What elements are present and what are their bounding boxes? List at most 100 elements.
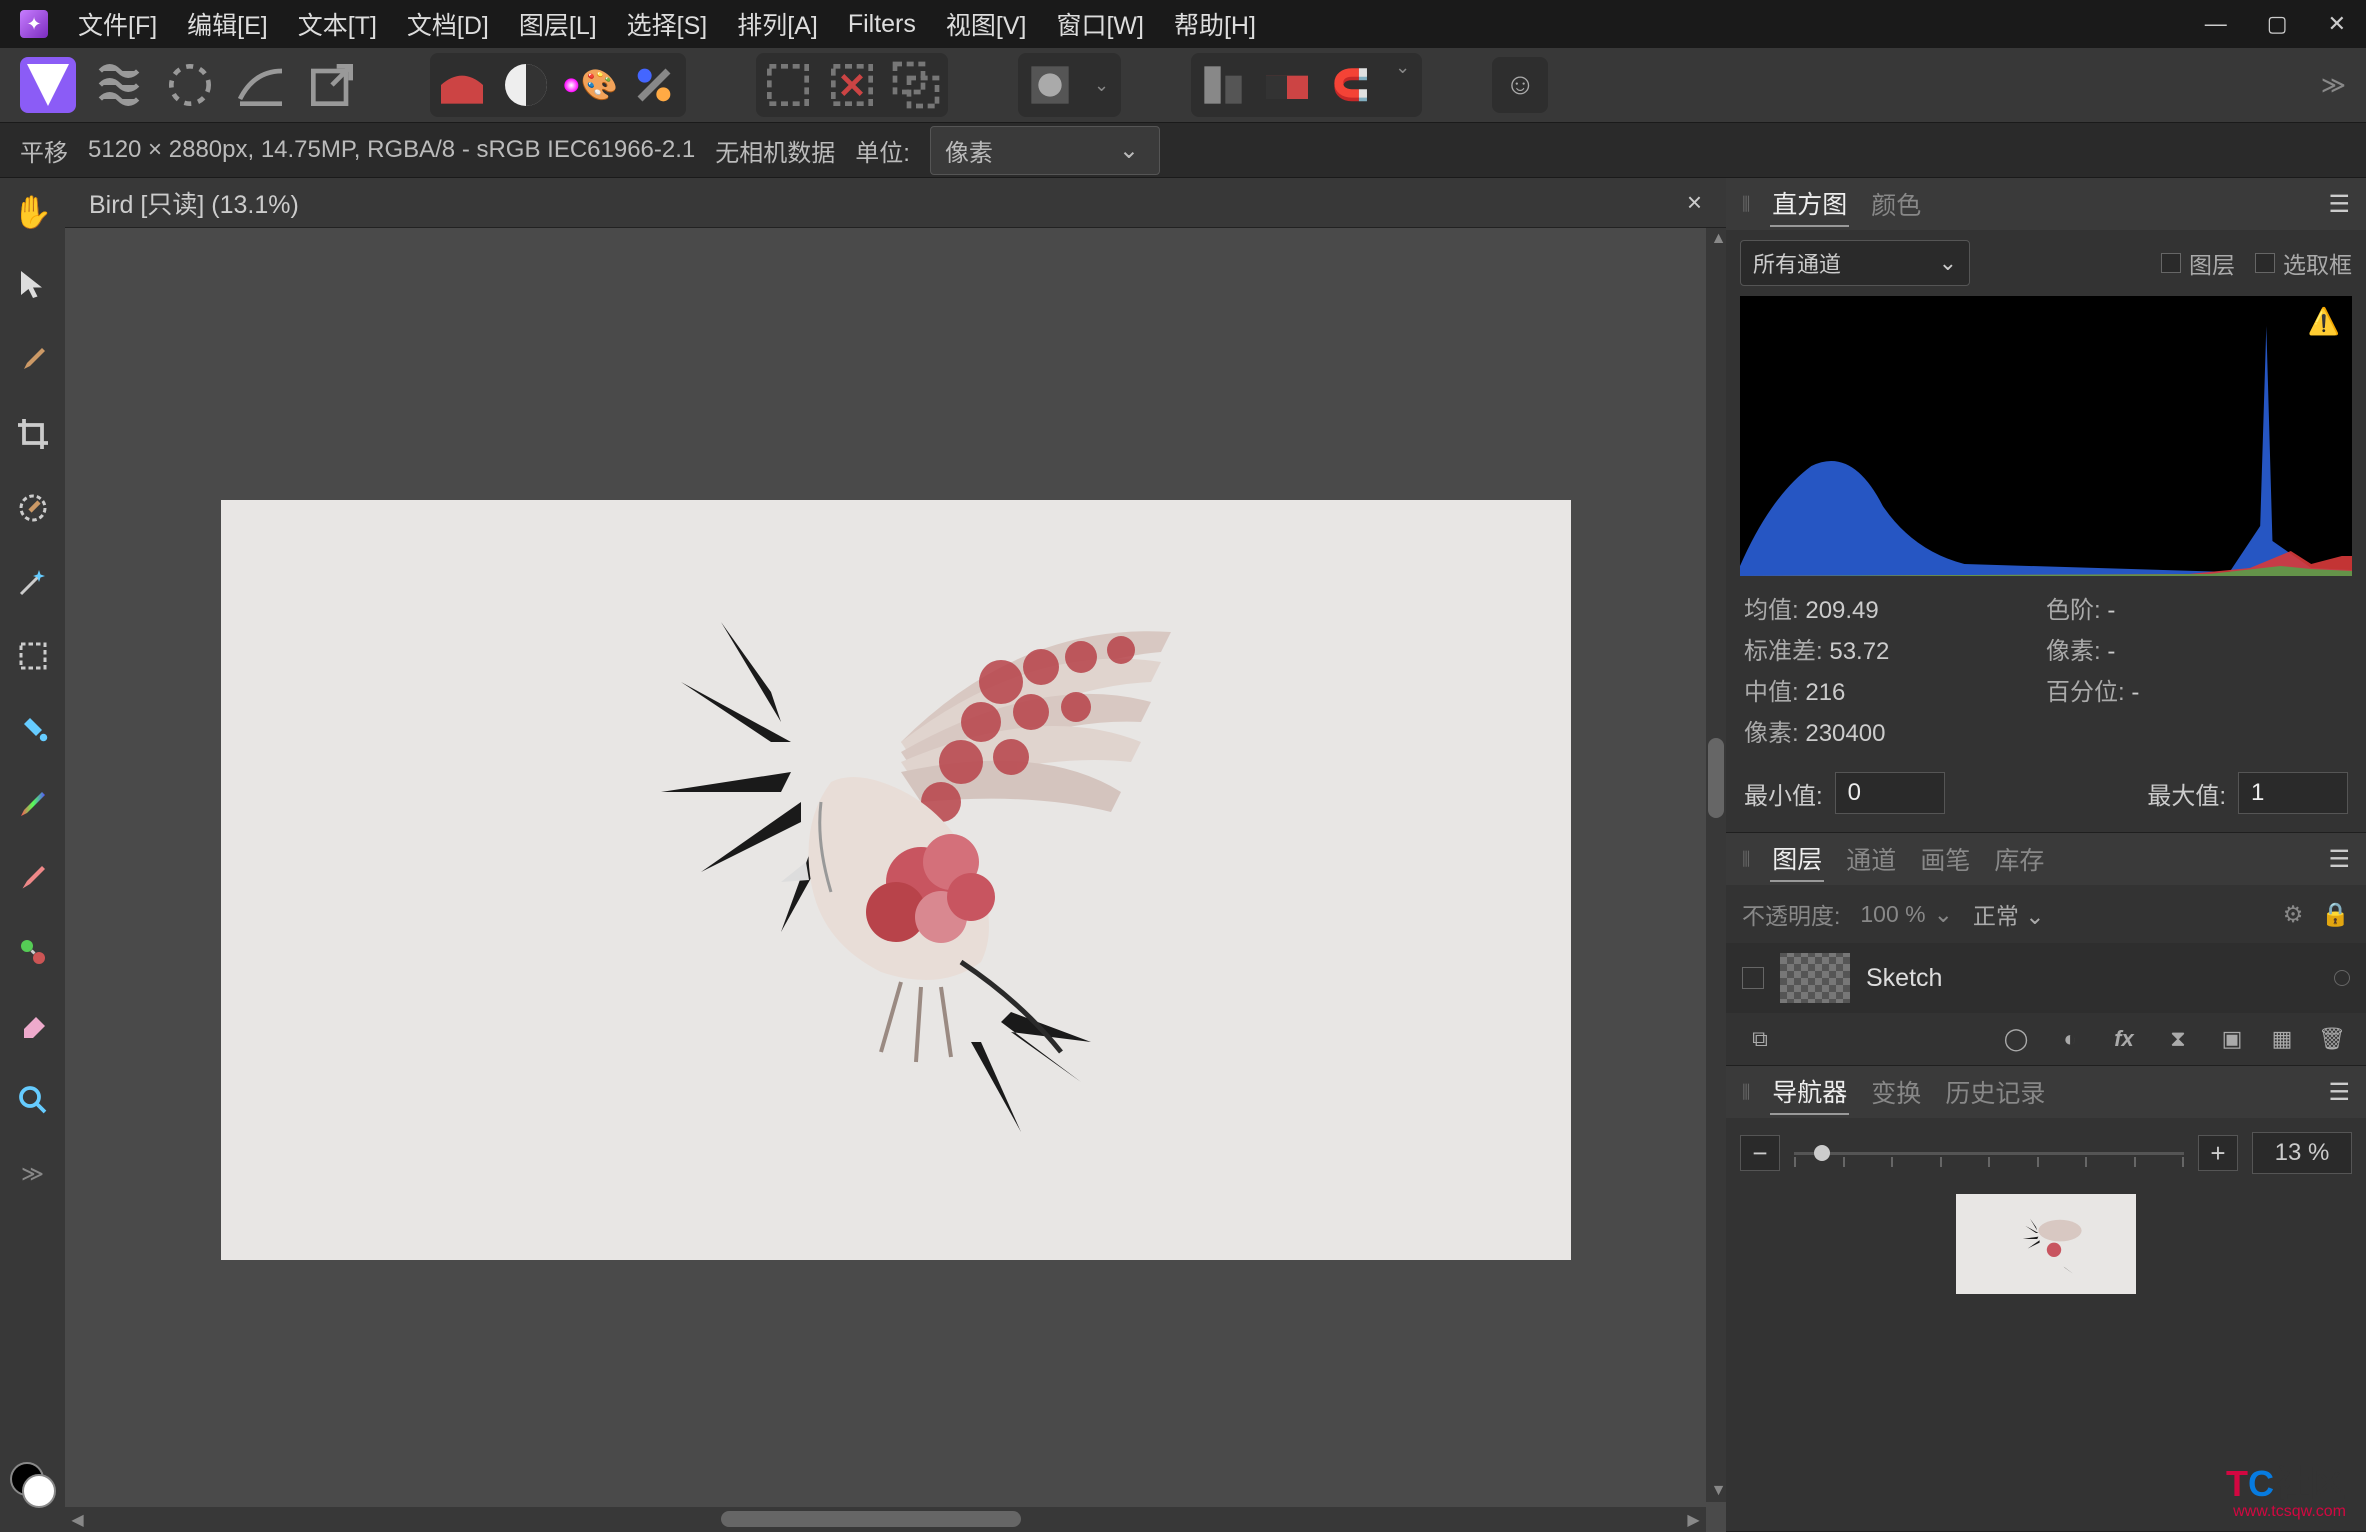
selection-new-icon[interactable] (760, 57, 816, 113)
persona-tone-icon[interactable] (233, 57, 289, 113)
add-live-filter-icon[interactable]: ⧗ (2160, 1023, 2196, 1055)
tab-histogram[interactable]: 直方图 (1770, 181, 1849, 227)
persona-liquify-icon[interactable] (91, 57, 147, 113)
layer-settings-icon[interactable]: ⚙ (2283, 901, 2304, 928)
minimize-button[interactable]: — (2205, 11, 2227, 37)
selection-checkbox[interactable]: 选取框 (2255, 246, 2352, 280)
zoom-slider[interactable] (1794, 1135, 2184, 1171)
menu-filters[interactable]: Filters (848, 10, 916, 39)
move-tool-icon[interactable] (11, 264, 55, 308)
foreground-color[interactable] (22, 1474, 56, 1508)
panel-menu-icon[interactable]: ☰ (2328, 1078, 2350, 1107)
align-icon[interactable] (1195, 57, 1251, 113)
toolbar-more-icon[interactable]: ≫ (2321, 71, 2346, 100)
channel-dropdown[interactable]: 所有通道 ⌄ (1740, 240, 1970, 286)
layer-row[interactable]: Sketch (1726, 943, 2366, 1013)
menu-help[interactable]: 帮助[H] (1174, 6, 1256, 42)
vertical-scrollbar[interactable]: ▲ ▼ (1706, 228, 1726, 1502)
menu-document[interactable]: 文档[D] (407, 6, 489, 42)
add-mask-icon[interactable]: ◯ (1998, 1023, 2034, 1055)
selection-remove-icon[interactable] (824, 57, 880, 113)
tab-channels[interactable]: 通道 (1844, 837, 1898, 881)
snapping-icon[interactable]: 🧲 (1323, 57, 1379, 113)
layer-name[interactable]: Sketch (1866, 964, 1942, 993)
zoom-out-button[interactable]: − (1740, 1135, 1780, 1171)
color-swatches[interactable] (10, 1462, 56, 1508)
maximize-button[interactable]: ▢ (2267, 11, 2288, 37)
layer-lock-icon[interactable]: 🔒 (2321, 901, 2350, 928)
add-pixel-layer-icon[interactable]: ▦ (2264, 1023, 2300, 1055)
zoom-value-input[interactable]: 13 % (2252, 1132, 2352, 1174)
persona-export-icon[interactable] (304, 57, 360, 113)
layer-visibility-checkbox[interactable] (1742, 967, 1764, 989)
tab-history[interactable]: 历史记录 (1943, 1070, 2047, 1114)
panel-grip-icon[interactable]: ⫼ (1742, 1082, 1750, 1103)
menu-view[interactable]: 视图[V] (946, 6, 1027, 42)
adjustment-bw-icon[interactable] (498, 57, 554, 113)
canvas[interactable] (221, 500, 1571, 1260)
eraser-tool-icon[interactable] (11, 1004, 55, 1048)
paint-brush-icon[interactable] (11, 856, 55, 900)
close-button[interactable]: ✕ (2328, 11, 2346, 37)
max-input[interactable]: 1 (2238, 772, 2348, 814)
canvas-area[interactable] (65, 228, 1726, 1532)
add-fx-icon[interactable]: fx (2106, 1023, 2142, 1055)
pan-tool-icon[interactable]: ✋ (11, 190, 55, 234)
menu-select[interactable]: 选择[S] (627, 6, 708, 42)
tab-transform[interactable]: 变换 (1869, 1070, 1923, 1114)
flood-fill-icon[interactable] (11, 708, 55, 752)
tab-color[interactable]: 颜色 (1869, 182, 1923, 226)
marquee-tool-icon[interactable] (11, 634, 55, 678)
panel-grip-icon[interactable]: ⫼ (1742, 849, 1750, 870)
adjustment-curve-icon[interactable] (434, 57, 490, 113)
gradient-tool-icon[interactable] (11, 782, 55, 826)
selection-brush-icon[interactable] (11, 486, 55, 530)
menu-window[interactable]: 窗口[W] (1056, 6, 1144, 42)
adjustment-hsl-icon[interactable]: 🎨 (562, 57, 618, 113)
more-tools-icon[interactable]: ≫ (11, 1152, 55, 1196)
selection-intersect-icon[interactable] (888, 57, 944, 113)
menu-text[interactable]: 文本[T] (298, 6, 377, 42)
horizontal-scrollbar[interactable]: ◀ ▶ (65, 1507, 1706, 1532)
menu-file[interactable]: 文件[F] (78, 6, 157, 42)
magic-wand-icon[interactable] (11, 560, 55, 604)
adjustment-auto-icon[interactable] (626, 57, 682, 113)
crop-tool-icon[interactable] (11, 412, 55, 456)
dropdown-arrow-icon[interactable]: ⌄ (1387, 57, 1418, 113)
delete-layer-icon[interactable]: 🗑 (2314, 1023, 2350, 1055)
color-replace-icon[interactable] (11, 930, 55, 974)
persona-photo-icon[interactable] (20, 57, 76, 113)
close-tab-icon[interactable]: × (1687, 187, 1702, 218)
persona-develop-icon[interactable] (162, 57, 218, 113)
zoom-in-button[interactable]: + (2198, 1135, 2238, 1171)
assistant-icon[interactable]: ☺ (1492, 57, 1548, 113)
blend-mode-dropdown[interactable]: 正常 ⌄ (1973, 897, 2045, 931)
brush-tool-icon[interactable] (11, 338, 55, 382)
opacity-value[interactable]: 100 %⌄ (1860, 901, 1953, 928)
add-layer-icon[interactable]: ▣ (2214, 1023, 2250, 1055)
menu-arrange[interactable]: 排列[A] (737, 6, 818, 42)
scrollbar-thumb[interactable] (1708, 738, 1724, 818)
layer-group-icon[interactable]: ⧉ (1742, 1023, 1778, 1055)
document-tab[interactable]: Bird [只读] (13.1%) × (65, 178, 1726, 228)
panel-menu-icon[interactable]: ☰ (2328, 845, 2350, 874)
layer-checkbox[interactable]: 图层 (2161, 246, 2235, 280)
quickmask-icon[interactable] (1022, 57, 1078, 113)
menu-layer[interactable]: 图层[L] (519, 6, 597, 42)
crop-ratio-icon[interactable] (1259, 57, 1315, 113)
tab-stock[interactable]: 库存 (1992, 837, 2046, 881)
min-input[interactable]: 0 (1835, 772, 1945, 814)
panel-menu-icon[interactable]: ☰ (2328, 190, 2350, 219)
add-adjustment-icon[interactable]: ◐ (2052, 1023, 2088, 1055)
tab-layers[interactable]: 图层 (1770, 836, 1824, 882)
menu-edit[interactable]: 编辑[E] (187, 6, 268, 42)
zoom-tool-icon[interactable] (11, 1078, 55, 1122)
tab-navigator[interactable]: 导航器 (1770, 1069, 1849, 1115)
tab-brushes[interactable]: 画笔 (1918, 837, 1972, 881)
dropdown-arrow-icon[interactable]: ⌄ (1086, 75, 1117, 96)
navigator-preview[interactable] (1956, 1194, 2136, 1294)
units-dropdown[interactable]: 像素 ⌄ (930, 126, 1160, 175)
zoom-handle[interactable] (1814, 1145, 1830, 1161)
panel-grip-icon[interactable]: ⫼ (1742, 194, 1750, 215)
scrollbar-thumb[interactable] (721, 1511, 1021, 1527)
